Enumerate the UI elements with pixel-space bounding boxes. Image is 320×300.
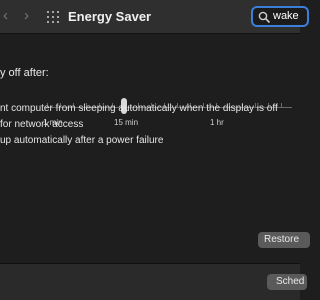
chevron-right-icon[interactable]: › [24,8,29,24]
display-sleep-label: y off after: [0,67,49,79]
search-input[interactable]: wake [273,10,299,22]
slider-tick-label: 15 min [114,118,139,127]
search-icon [258,11,270,23]
restore-defaults-button[interactable]: Restore [258,232,310,248]
window-title: Energy Saver [68,9,152,24]
window-toolbar: ‹ › Energy Saver wake [0,0,309,34]
energy-saver-panel: y off after: 1 min 15 min 1 hr nt comput… [0,34,300,300]
chevron-left-icon[interactable]: ‹ [3,8,8,24]
footer-bar [0,264,300,300]
schedule-button[interactable]: Sched [267,274,307,290]
power-failure-restart-option[interactable]: up automatically after a power failure [0,135,163,146]
network-wake-option[interactable]: for network access [0,119,83,130]
prevent-sleep-option[interactable]: nt computer from sleeping automatically … [0,103,278,114]
slider-tick-label: 1 hr [210,118,224,127]
show-all-grid-icon[interactable] [47,11,59,23]
search-field[interactable]: wake [251,6,309,27]
slider-tick [281,103,282,108]
